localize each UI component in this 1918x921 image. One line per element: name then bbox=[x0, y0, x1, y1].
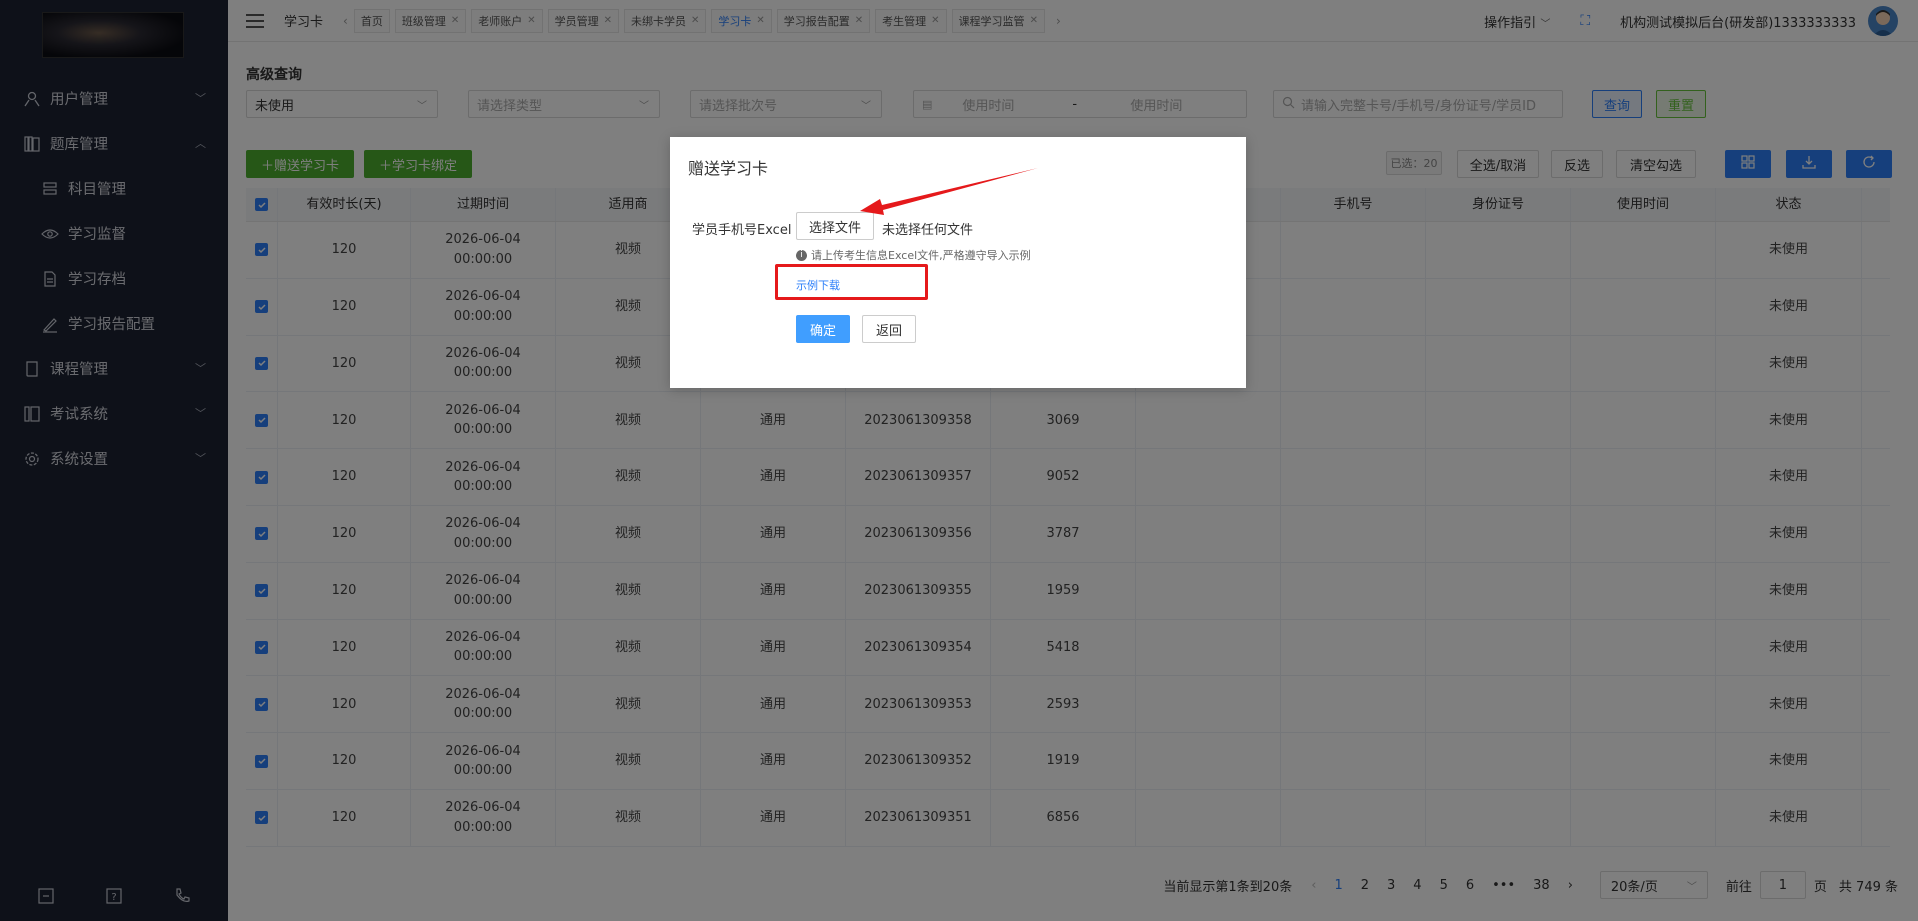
confirm-button[interactable]: 确定 bbox=[796, 315, 850, 343]
upload-hint-text: 请上传考生信息Excel文件,严格遵守导入示例 bbox=[811, 249, 1031, 262]
gift-card-dialog: 赠送学习卡 学员手机号Excel 选择文件 未选择任何文件 i 请上传考生信息E… bbox=[670, 137, 1246, 388]
file-status-text: 未选择任何文件 bbox=[882, 223, 974, 238]
highlight-box bbox=[775, 264, 928, 300]
dialog-title: 赠送学习卡 bbox=[688, 159, 769, 178]
info-icon: i bbox=[796, 249, 807, 261]
excel-field-label: 学员手机号Excel bbox=[692, 223, 792, 238]
upload-hint: i 请上传考生信息Excel文件,严格遵守导入示例 bbox=[796, 247, 1031, 263]
back-button[interactable]: 返回 bbox=[862, 315, 916, 343]
choose-file-button[interactable]: 选择文件 bbox=[796, 212, 874, 240]
